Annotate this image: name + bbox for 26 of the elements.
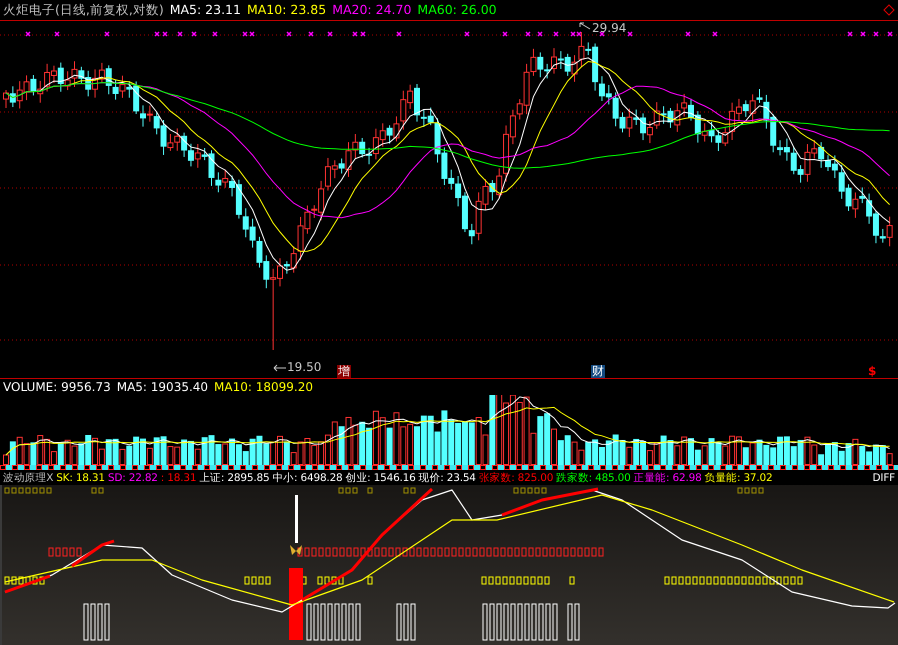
event-symbol: $ — [868, 365, 876, 378]
indicator-reading: SD: 22.82 — [108, 470, 158, 484]
indicator-reading: MA5: 19035.40 — [116, 380, 208, 394]
indicator-title: 波动原理X — [3, 470, 54, 484]
event-tag: 增 — [337, 365, 351, 378]
indicator-reading: 跌家数: 485.00 — [556, 470, 631, 484]
indicator-reading: 创业: 1546.16 — [346, 470, 416, 484]
indicator-reading: 张家数: 825.00 — [478, 470, 554, 484]
indicator-reading: 负量能: 37.02 — [704, 470, 773, 484]
indicator-reading: : 18.31 — [160, 470, 196, 484]
indicator-reading: SK: 18.31 — [56, 470, 105, 484]
indicator-reading: MA10: 23.85 — [246, 3, 326, 17]
indicator-reading: 正量能: 62.98 — [634, 470, 702, 484]
indicator-reading: 现价: 23.54 — [418, 470, 476, 484]
indicator-label: DIFF — [872, 470, 895, 484]
event-tag: 财 — [591, 365, 605, 378]
indicator-reading: MA5: 23.11 — [170, 3, 241, 17]
indicator-reading: MA20: 24.70 — [332, 3, 412, 17]
chart-title: 火炬电子(日线,前复权,对数) — [3, 3, 164, 17]
indicator-reading: MA60: 26.00 — [417, 3, 497, 17]
indicator-reading: 中小: 6498.28 — [272, 470, 343, 484]
price-label: 19.50 — [287, 360, 322, 374]
price-label: 29.94 — [592, 21, 626, 35]
indicator-reading: 上证: 2895.85 — [199, 470, 270, 484]
indicator-reading: MA10: 18099.20 — [214, 380, 313, 394]
indicator-reading: VOLUME: 9956.73 — [3, 380, 111, 394]
